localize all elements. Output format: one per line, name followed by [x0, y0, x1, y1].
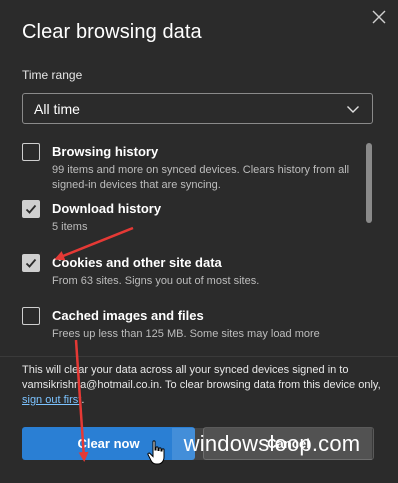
option-title: Cached images and files	[52, 308, 204, 323]
option-description: Frees up less than 125 MB. Some sites ma…	[52, 328, 320, 340]
notice-text: This will clear your data across all you…	[22, 364, 381, 391]
option-browsing-history: Browsing history 99 items and more on sy…	[22, 136, 352, 194]
download-history-checkbox[interactable]	[22, 200, 40, 218]
option-title: Download history	[52, 201, 162, 216]
chevron-down-icon	[347, 106, 359, 113]
time-range-label: Time range	[22, 68, 83, 82]
sign-out-link[interactable]: sign out first	[22, 394, 81, 406]
time-range-select[interactable]: All time	[22, 93, 373, 124]
list-scrollbar[interactable]	[366, 143, 372, 223]
option-title: Cookies and other site data	[52, 255, 222, 270]
clear-now-button[interactable]: Clear now	[22, 427, 195, 460]
checkmark-icon	[25, 204, 37, 214]
browsing-history-checkbox[interactable]	[22, 143, 40, 161]
sync-notice: This will clear your data across all you…	[22, 363, 382, 408]
dialog-title: Clear browsing data	[22, 21, 202, 43]
close-icon	[372, 10, 386, 24]
hand-cursor-icon	[147, 440, 165, 465]
close-button[interactable]	[368, 6, 390, 28]
checkmark-icon	[25, 258, 37, 268]
cookies-checkbox[interactable]	[22, 254, 40, 272]
data-type-list: Browsing history 99 items and more on sy…	[0, 136, 398, 358]
time-range-value: All time	[34, 100, 80, 117]
option-title: Browsing history	[52, 144, 159, 159]
option-cached-images: Cached images and files Frees up less th…	[22, 300, 352, 340]
option-cookies: Cookies and other site data From 63 site…	[22, 247, 352, 287]
cached-images-checkbox[interactable]	[22, 307, 40, 325]
clear-browsing-data-dialog: Clear browsing data Time range All time …	[0, 0, 398, 483]
watermark-overlay: windowsloop.com	[172, 428, 372, 460]
option-description: 99 items and more on synced devices. Cle…	[52, 164, 350, 191]
divider	[0, 356, 398, 357]
option-description: 5 items	[52, 221, 88, 233]
option-download-history: Download history 5 items	[22, 193, 352, 233]
option-description: From 63 sites. Signs you out of most sit…	[52, 275, 260, 287]
notice-end: .	[81, 394, 85, 406]
